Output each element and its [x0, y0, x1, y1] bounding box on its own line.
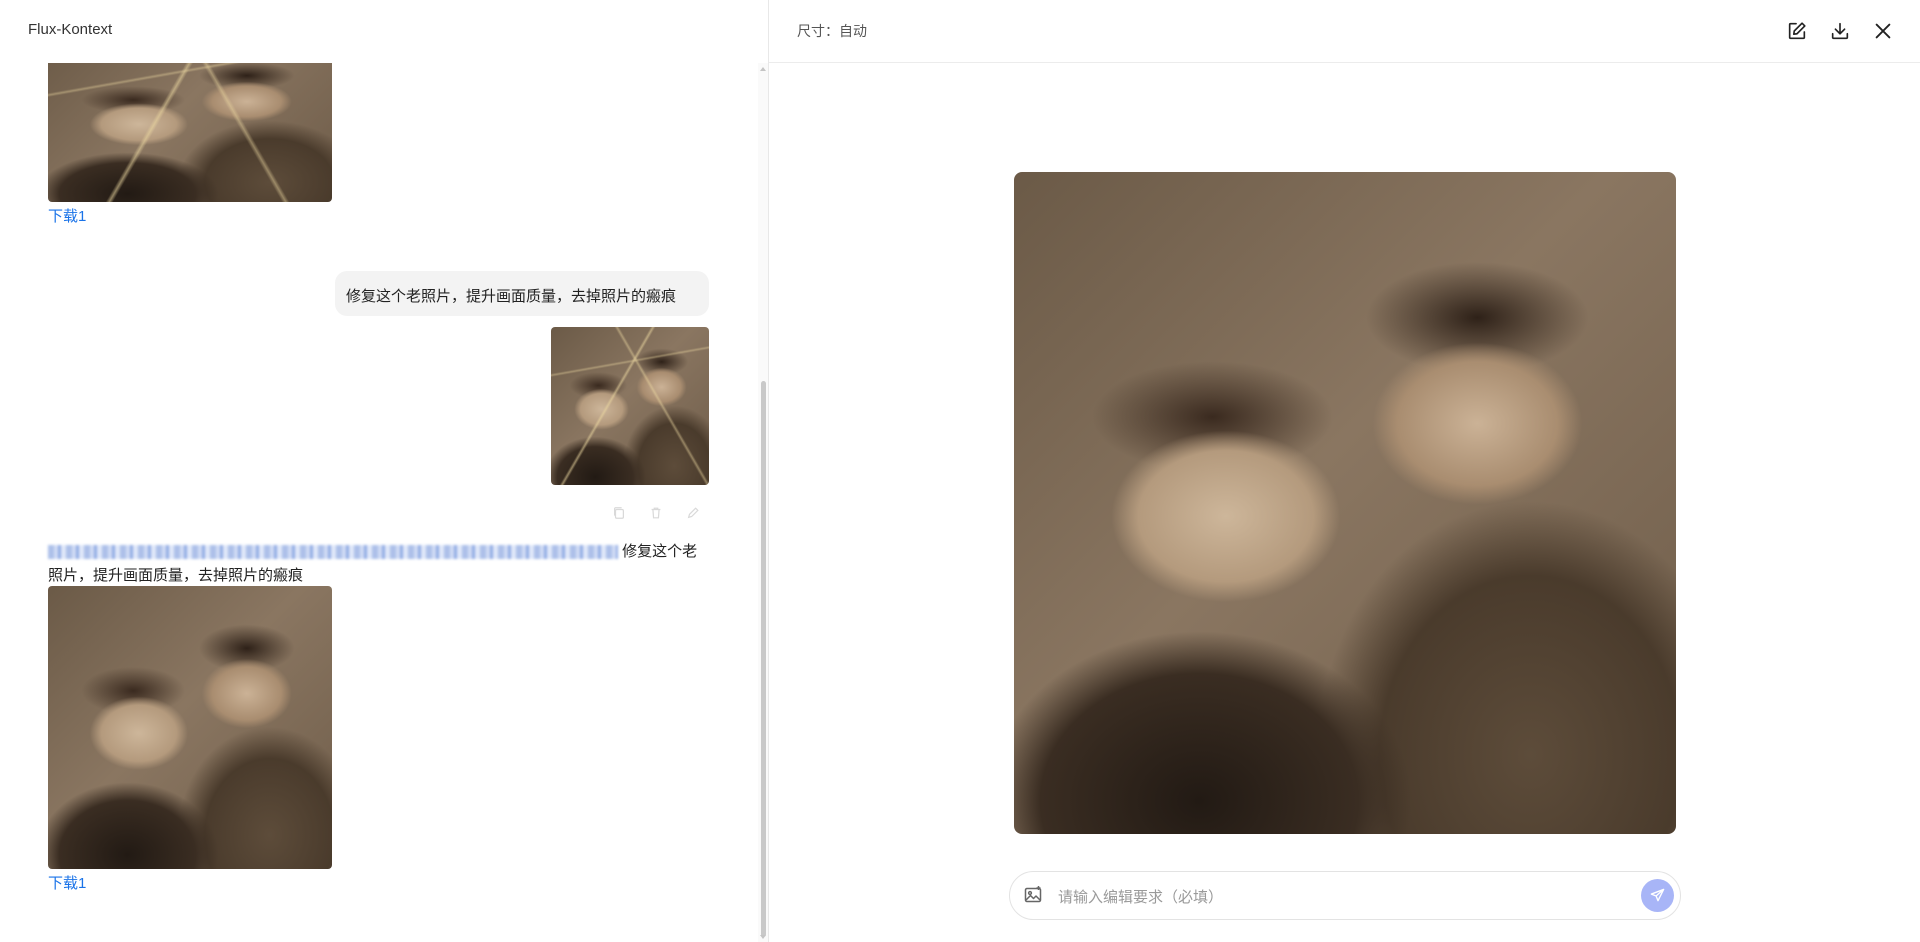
edit-prompt-input[interactable]: [1056, 884, 1600, 910]
edit-icon[interactable]: [1786, 20, 1808, 42]
scroll-up-arrow[interactable]: [760, 67, 766, 71]
scroll-thumb[interactable]: [761, 381, 766, 937]
delete-icon[interactable]: [649, 506, 663, 520]
close-icon[interactable]: [1872, 20, 1894, 42]
assistant-reply-text: 修复这个老 照片，提升画面质量，去掉照片的瘢痕: [48, 540, 708, 588]
app-title: Flux-Kontext: [28, 21, 113, 38]
user-message-text: 修复这个老照片，提升画面质量，去掉照片的瘢痕: [346, 288, 677, 305]
reply-text-line2: 照片，提升画面质量，去掉照片的瘢痕: [48, 567, 304, 584]
copy-icon[interactable]: [612, 506, 626, 520]
download-icon[interactable]: [1829, 20, 1851, 42]
edit-icon[interactable]: [686, 506, 700, 520]
user-message-bubble: 修复这个老照片，提升画面质量，去掉照片的瘢痕: [335, 271, 709, 316]
reply-text-line1-suffix: 修复这个老: [622, 543, 698, 560]
result-image-previous[interactable]: [48, 40, 332, 202]
send-button[interactable]: [1641, 879, 1674, 912]
blurred-image-url[interactable]: [48, 545, 618, 560]
preview-pane: 尺寸：自动: [769, 0, 1920, 942]
download-link[interactable]: 下载1: [48, 872, 86, 893]
size-label: 尺寸：自动: [797, 23, 867, 39]
image-upload-icon[interactable]: [1023, 885, 1043, 905]
download-link-previous[interactable]: 下载1: [48, 205, 86, 226]
app-header: Flux-Kontext: [0, 0, 760, 63]
preview-header: 尺寸：自动: [769, 0, 1920, 63]
edit-prompt-box: [1009, 871, 1681, 920]
chat-message-list[interactable]: 下载1 修复这个老照片，提升画面质量，去掉照片的瘢痕 修复这个老 照片，提升画面…: [0, 0, 760, 942]
preview-image[interactable]: [1014, 172, 1676, 834]
scroll-down-arrow[interactable]: [760, 935, 766, 939]
result-image[interactable]: [48, 586, 332, 869]
chat-scrollbar[interactable]: [758, 63, 768, 942]
user-uploaded-image[interactable]: [551, 327, 709, 485]
chat-pane: 下载1 修复这个老照片，提升画面质量，去掉照片的瘢痕 修复这个老 照片，提升画面…: [0, 0, 768, 942]
send-icon: [1650, 888, 1665, 902]
